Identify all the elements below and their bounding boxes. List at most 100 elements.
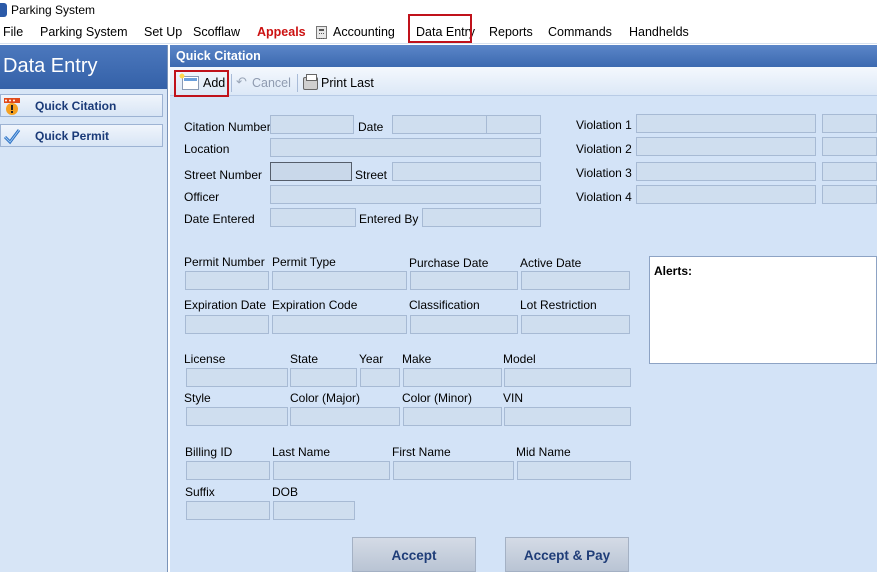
violation-2-label: Violation 2	[576, 142, 632, 156]
permit-number-field[interactable]	[185, 271, 269, 290]
violation-1-label: Violation 1	[576, 118, 632, 132]
license-label: License	[184, 352, 226, 366]
first-name-field[interactable]	[393, 461, 514, 480]
time-field[interactable]	[486, 115, 541, 134]
officer-field[interactable]	[270, 185, 541, 204]
menu-set-up[interactable]: Set Up	[144, 25, 182, 39]
permit-type-label: Permit Type	[272, 255, 336, 269]
violation-3-amount-field[interactable]	[822, 162, 877, 181]
expiration-code-field[interactable]	[272, 315, 407, 334]
print-last-button[interactable]: Print Last	[321, 76, 374, 90]
violation-1-amount-field[interactable]	[822, 114, 877, 133]
make-label: Make	[402, 352, 432, 366]
last-name-label: Last Name	[272, 445, 331, 459]
year-label: Year	[359, 352, 384, 366]
violation-4-amount-field[interactable]	[822, 185, 877, 204]
mid-name-field[interactable]	[517, 461, 631, 480]
expiration-date-label: Expiration Date	[184, 298, 267, 312]
active-date-field[interactable]	[521, 271, 630, 290]
year-field[interactable]	[360, 368, 400, 387]
street-number-label: Street Number	[184, 168, 263, 182]
street-number-field[interactable]	[270, 162, 352, 181]
date-entered-label: Date Entered	[184, 212, 255, 226]
location-field[interactable]	[270, 138, 541, 157]
officer-label: Officer	[184, 190, 220, 204]
accept-button[interactable]: Accept	[352, 537, 476, 572]
expiration-date-field[interactable]	[185, 315, 269, 334]
classification-label: Classification	[409, 298, 480, 312]
violation-2-field[interactable]	[636, 137, 816, 156]
citation-number-field[interactable]	[270, 115, 354, 134]
billing-id-label: Billing ID	[185, 445, 233, 459]
menu-accounting[interactable]: Accounting	[333, 25, 395, 39]
violation-4-field[interactable]	[636, 185, 816, 204]
citation-number-label: Citation Number	[184, 120, 271, 134]
lot-restriction-field[interactable]	[521, 315, 630, 334]
violation-1-field[interactable]	[636, 114, 816, 133]
suffix-field[interactable]	[186, 501, 270, 520]
data-entry-highlight	[408, 14, 472, 43]
entered-by-field[interactable]	[422, 208, 541, 227]
toolbar-separator	[231, 74, 232, 92]
panel-title: Quick Citation	[176, 49, 261, 63]
last-name-field[interactable]	[273, 461, 390, 480]
style-field[interactable]	[186, 407, 288, 426]
calculator-icon	[316, 26, 327, 39]
lot-restriction-label: Lot Restriction	[520, 298, 597, 312]
suffix-label: Suffix	[185, 485, 215, 499]
street-field[interactable]	[392, 162, 541, 181]
window-title: Parking System	[11, 3, 96, 17]
undo-icon: ↶	[236, 74, 247, 89]
style-label: Style	[184, 391, 211, 405]
color-major-field[interactable]	[290, 407, 400, 426]
date-label: Date	[358, 120, 384, 134]
panel-header	[170, 45, 877, 67]
make-field[interactable]	[403, 368, 502, 387]
menu-commands[interactable]: Commands	[548, 25, 612, 39]
entered-by-label: Entered By	[359, 212, 419, 226]
expiration-code-label: Expiration Code	[272, 298, 358, 312]
permit-type-field[interactable]	[272, 271, 407, 290]
toolbar-separator	[297, 74, 298, 92]
menu-parking-system[interactable]: Parking System	[40, 25, 128, 39]
cancel-button[interactable]: Cancel	[252, 76, 291, 90]
nav-item-quick-citation[interactable]: Quick Citation	[0, 94, 163, 117]
date-entered-field[interactable]	[270, 208, 356, 227]
nav-label-quick-permit: Quick Permit	[35, 129, 110, 143]
date-field[interactable]	[392, 115, 487, 134]
menu-file[interactable]: File	[3, 25, 23, 39]
state-field[interactable]	[290, 368, 357, 387]
nav-label-quick-citation: Quick Citation	[35, 99, 117, 113]
violation-4-label: Violation 4	[576, 190, 632, 204]
violation-2-amount-field[interactable]	[822, 137, 877, 156]
dob-field[interactable]	[273, 501, 355, 520]
nav-item-quick-permit[interactable]: Quick Permit	[0, 124, 163, 147]
model-field[interactable]	[504, 368, 631, 387]
classification-field[interactable]	[410, 315, 518, 334]
menu-reports[interactable]: Reports	[489, 25, 533, 39]
violation-3-label: Violation 3	[576, 166, 632, 180]
purchase-date-label: Purchase Date	[409, 256, 489, 270]
menu-appeals[interactable]: Appeals	[257, 25, 306, 39]
accept-pay-button[interactable]: Accept & Pay	[505, 537, 629, 572]
menu-scofflaw[interactable]: Scofflaw	[193, 25, 240, 39]
color-minor-label: Color (Minor)	[402, 391, 473, 405]
menu-handhelds[interactable]: Handhelds	[629, 25, 689, 39]
street-label: Street	[355, 168, 388, 182]
state-label: State	[290, 352, 319, 366]
permit-number-label: Permit Number	[184, 255, 265, 269]
location-label: Location	[184, 142, 230, 156]
purchase-date-field[interactable]	[410, 271, 518, 290]
first-name-label: First Name	[392, 445, 451, 459]
license-field[interactable]	[186, 368, 288, 387]
vin-label: VIN	[503, 391, 524, 405]
mid-name-label: Mid Name	[516, 445, 571, 459]
dob-label: DOB	[272, 485, 299, 499]
color-major-label: Color (Major)	[290, 391, 361, 405]
color-minor-field[interactable]	[403, 407, 502, 426]
violation-3-field[interactable]	[636, 162, 816, 181]
billing-id-field[interactable]	[186, 461, 270, 480]
vin-field[interactable]	[504, 407, 631, 426]
nav-title: Data Entry	[3, 55, 98, 77]
model-label: Model	[503, 352, 536, 366]
